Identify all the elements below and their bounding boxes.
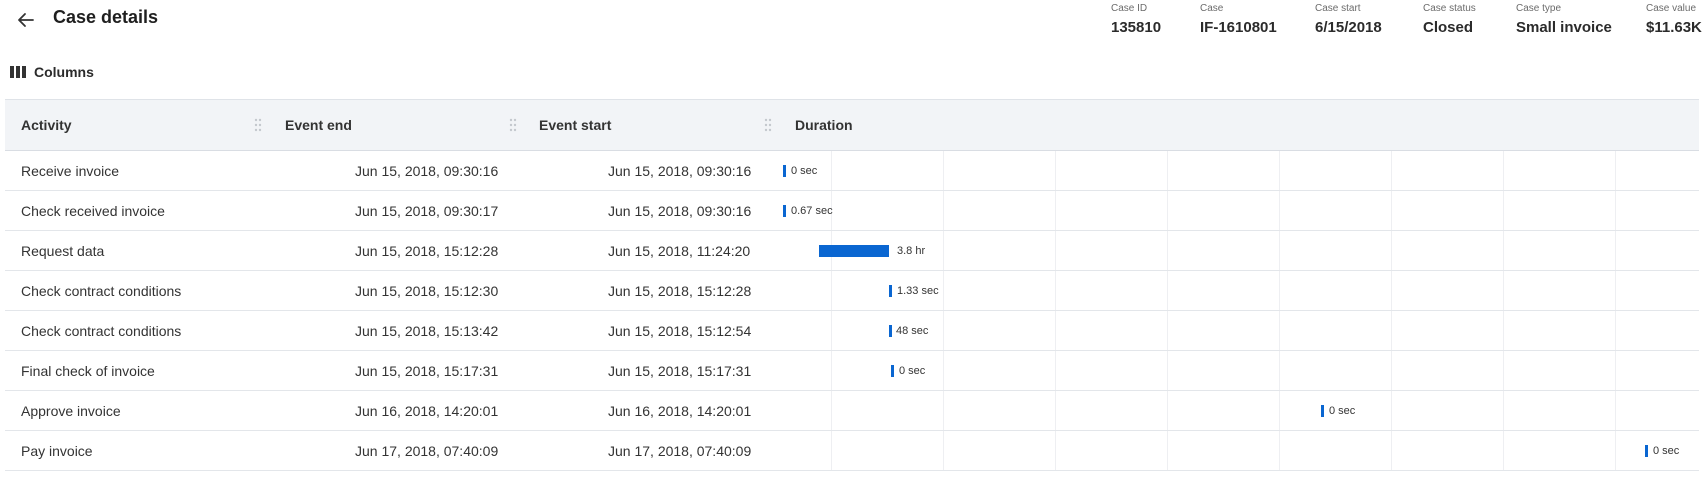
event-end-cell: Jun 15, 2018, 15:12:30 (355, 282, 499, 299)
duration-bar (1645, 445, 1648, 457)
meta-case-id: Case ID 135810 (1111, 3, 1161, 38)
back-button[interactable] (12, 6, 40, 34)
event-start-cell: Jun 16, 2018, 14:20:01 (608, 402, 752, 419)
duration-label: 0 sec (899, 365, 926, 377)
duration-label: 0 sec (1653, 445, 1680, 457)
activity-cell: Pay invoice (21, 442, 93, 459)
meta-value: $11.63K (1646, 19, 1702, 36)
table-row[interactable]: Final check of invoice Jun 15, 2018, 15:… (5, 351, 1699, 391)
duration-label: 0 sec (791, 165, 818, 177)
meta-label: Case value (1646, 3, 1697, 14)
event-end-cell: Jun 15, 2018, 09:30:17 (355, 202, 499, 219)
duration-label: 0.67 sec (791, 205, 833, 217)
table-header: Activity Event end Event start Duration (5, 100, 1699, 151)
meta-label: Case status (1423, 3, 1476, 14)
meta-value: Small invoice (1516, 19, 1612, 36)
activity-cell: Check contract conditions (21, 322, 182, 339)
activity-cell: Approve invoice (21, 402, 121, 419)
duration-bar (889, 325, 892, 337)
meta-value: IF-1610801 (1200, 19, 1277, 36)
event-end-cell: Jun 15, 2018, 15:17:31 (355, 362, 499, 379)
drag-handle-icon[interactable] (764, 118, 772, 132)
columns-label: Columns (34, 64, 94, 80)
duration-bar (891, 365, 894, 377)
meta-case-start: Case start 6/15/2018 (1315, 3, 1382, 38)
duration-label: 1.33 sec (897, 285, 939, 297)
activity-cell: Request data (21, 242, 105, 259)
event-start-cell: Jun 15, 2018, 09:30:16 (608, 162, 752, 179)
drag-handle-icon[interactable] (509, 118, 517, 132)
meta-value: 6/15/2018 (1315, 19, 1382, 36)
duration-bar (1321, 405, 1324, 417)
event-start-cell: Jun 15, 2018, 15:12:28 (608, 282, 752, 299)
meta-label: Case type (1516, 3, 1562, 14)
case-events-table: Activity Event end Event start Duration … (5, 99, 1699, 473)
duration-label: 3.8 hr (897, 245, 926, 257)
duration-label: 0 sec (1329, 405, 1356, 417)
page-title: Case details (53, 7, 159, 27)
drag-handle-icon[interactable] (254, 118, 262, 132)
page-header: Case details Case ID 135810 Case IF-1610… (0, 0, 1704, 52)
event-start-cell: Jun 15, 2018, 15:12:54 (608, 322, 752, 339)
activity-cell: Check received invoice (21, 202, 165, 219)
activity-cell: Check contract conditions (21, 282, 182, 299)
columns-icon (10, 66, 26, 78)
duration-bar (889, 285, 892, 297)
activity-cell: Final check of invoice (21, 362, 155, 379)
event-end-cell: Jun 17, 2018, 07:40:09 (355, 442, 499, 459)
event-start-cell: Jun 15, 2018, 15:17:31 (608, 362, 752, 379)
header-duration[interactable]: Duration (795, 100, 853, 150)
event-end-cell: Jun 15, 2018, 15:13:42 (355, 322, 499, 339)
meta-label: Case ID (1111, 3, 1148, 14)
meta-case-type: Case type Small invoice (1516, 3, 1612, 38)
table-row[interactable]: Check received invoice Jun 15, 2018, 09:… (5, 191, 1699, 231)
meta-case: Case IF-1610801 (1200, 3, 1277, 38)
event-start-cell: Jun 15, 2018, 11:24:20 (608, 242, 751, 259)
duration-bar (783, 165, 786, 177)
columns-button[interactable]: Columns (10, 60, 94, 84)
meta-label: Case start (1315, 3, 1361, 14)
meta-value: 135810 (1111, 19, 1162, 36)
event-end-cell: Jun 16, 2018, 14:20:01 (355, 402, 499, 419)
meta-label: Case (1200, 3, 1224, 14)
event-end-cell: Jun 15, 2018, 09:30:16 (355, 162, 499, 179)
duration-bar (783, 205, 786, 217)
table-row[interactable]: Approve invoice Jun 16, 2018, 14:20:01 J… (5, 391, 1699, 431)
header-event-end[interactable]: Event end (285, 100, 352, 150)
meta-case-status: Case status Closed (1423, 3, 1476, 38)
header-event-start[interactable]: Event start (539, 100, 611, 150)
table-row[interactable]: Request data Jun 15, 2018, 15:12:28 Jun … (5, 231, 1699, 271)
duration-bar (819, 245, 889, 257)
table-row[interactable]: Check contract conditions Jun 15, 2018, … (5, 271, 1699, 311)
table-row[interactable]: Check contract conditions Jun 15, 2018, … (5, 311, 1699, 351)
event-start-cell: Jun 17, 2018, 07:40:09 (608, 442, 752, 459)
activity-cell: Receive invoice (21, 162, 120, 179)
table-row[interactable]: Pay invoice Jun 17, 2018, 07:40:09 Jun 1… (5, 431, 1699, 471)
duration-label: 48 sec (896, 325, 929, 337)
event-end-cell: Jun 15, 2018, 15:12:28 (355, 242, 499, 259)
meta-value: Closed (1423, 19, 1474, 36)
header-activity[interactable]: Activity (21, 100, 72, 150)
arrow-left-icon (18, 13, 34, 27)
event-start-cell: Jun 15, 2018, 09:30:16 (608, 202, 752, 219)
table-row[interactable]: Receive invoice Jun 15, 2018, 09:30:16 J… (5, 151, 1699, 191)
meta-case-value: Case value $11.63K (1646, 3, 1702, 38)
